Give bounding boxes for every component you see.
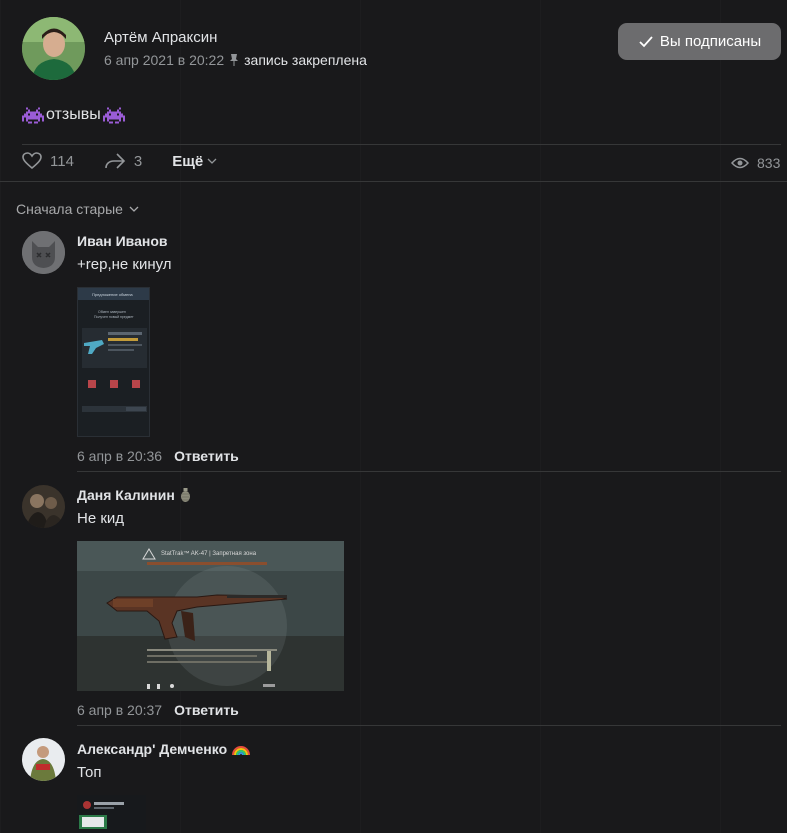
chevron-down-icon <box>207 158 217 164</box>
subscribed-button[interactable]: Вы подписаны <box>618 23 781 60</box>
trade-title: Предложение обмена <box>92 292 133 297</box>
comment-footer: 6 апр в 20:37 Ответить <box>77 702 239 718</box>
pinned-label: запись закреплена <box>244 52 367 68</box>
comment-footer: 6 апр в 20:36 Ответить <box>77 448 239 464</box>
divider <box>77 725 781 726</box>
divider <box>77 471 781 472</box>
comment-author-name: Александр' Демченко <box>77 741 228 757</box>
comment-attachment-image[interactable]: Предложение обмена Обмен завершен Получе… <box>77 287 150 437</box>
comment-author-name: Даня Калинин <box>77 487 175 503</box>
chevron-down-icon <box>129 206 139 212</box>
grenade-icon <box>180 488 190 502</box>
post-meta: 6 апр 2021 в 20:22 запись закреплена <box>104 52 367 68</box>
comment-author[interactable]: Александр' Демченко <box>77 741 251 757</box>
comment-author[interactable]: Даня Калинин <box>77 487 191 503</box>
share-button[interactable]: 3 <box>104 152 142 170</box>
share-count: 3 <box>133 152 143 170</box>
comment-author[interactable]: Иван Иванов <box>77 233 168 249</box>
divider <box>22 144 781 145</box>
comment-text: Не кид <box>77 510 125 527</box>
post-date[interactable]: 6 апр 2021 в 20:22 <box>104 52 224 68</box>
rainbow-icon <box>232 746 251 756</box>
sort-label: Сначала старые <box>16 201 123 217</box>
trade-line2: Получен новый предмет <box>94 315 134 319</box>
comment-attachment-image[interactable] <box>77 795 146 833</box>
comment-avatar[interactable] <box>22 485 65 528</box>
views: 833 <box>731 155 780 171</box>
sort-dropdown[interactable]: Сначала старые <box>16 201 139 217</box>
more-label: Ещё <box>172 152 204 170</box>
author-avatar[interactable] <box>22 17 85 80</box>
divider <box>0 181 787 182</box>
eye-icon <box>731 157 749 169</box>
check-icon <box>639 35 653 47</box>
heart-icon <box>22 152 42 170</box>
skin-title: StatTrak™ AK-47 | Запретная зона <box>161 550 257 557</box>
post-actions: 114 3 Ещё <box>22 152 217 170</box>
comment-attachment-image[interactable]: StatTrak™ AK-47 | Запретная зона <box>77 541 344 691</box>
reply-button[interactable]: Ответить <box>174 448 239 464</box>
pin-icon <box>230 54 239 66</box>
subscribed-label: Вы подписаны <box>659 33 762 50</box>
post-page: Артём Апраксин 6 апр 2021 в 20:22 запись… <box>0 0 787 833</box>
comment-text: Топ <box>77 764 102 781</box>
comment-date[interactable]: 6 апр в 20:36 <box>77 448 162 464</box>
post-text: отзывы <box>22 106 125 124</box>
comment-avatar[interactable] <box>22 738 65 781</box>
like-button[interactable]: 114 <box>22 152 74 170</box>
share-icon <box>105 153 126 169</box>
alien-monster-icon <box>102 107 125 123</box>
comment-date[interactable]: 6 апр в 20:37 <box>77 702 162 718</box>
alien-monster-icon <box>22 107 44 123</box>
post-text-label: отзывы <box>46 106 101 123</box>
like-count: 114 <box>50 152 74 170</box>
comment-author-name: Иван Иванов <box>77 233 168 249</box>
trade-line1: Обмен завершен <box>98 310 126 314</box>
post-author[interactable]: Артём Апраксин <box>104 29 217 46</box>
comment-avatar[interactable] <box>22 231 65 274</box>
comment-text: +rep,не кинул <box>77 256 172 273</box>
views-count: 833 <box>757 155 781 171</box>
reply-button[interactable]: Ответить <box>174 702 239 718</box>
more-button[interactable]: Ещё <box>172 153 217 170</box>
